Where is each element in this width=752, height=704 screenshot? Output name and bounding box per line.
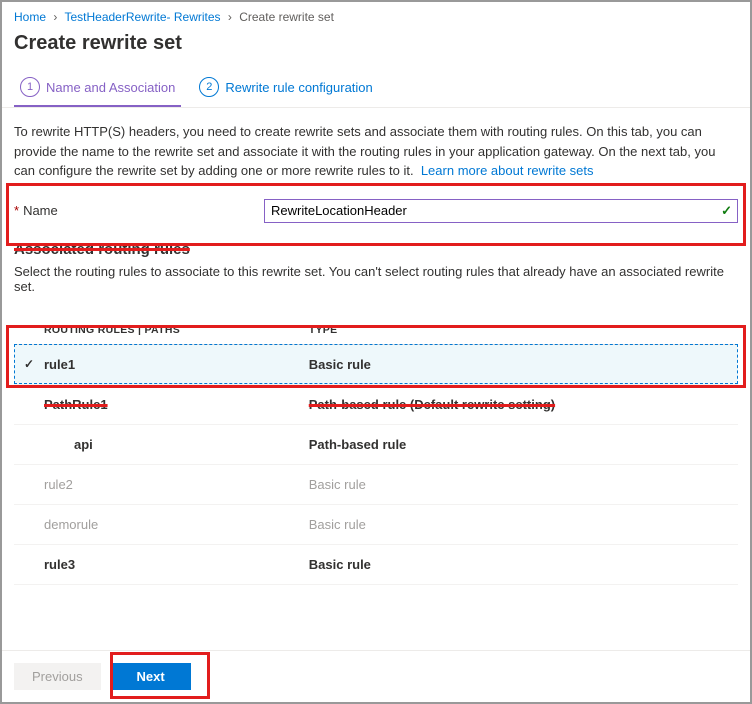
table-row[interactable]: demoruleBasic rule	[14, 504, 738, 544]
rule-type-cell: Path-based rule	[309, 424, 738, 464]
rule-name-cell: demorule	[14, 504, 309, 544]
wizard-footer: Previous Next	[2, 650, 750, 702]
rule-type-cell: Path-based rule (Default rewrite setting…	[309, 384, 738, 424]
breadcrumb-current: Create rewrite set	[239, 10, 334, 24]
routing-rules-table: ROUTING RULES | PATHS TYPE ✓rule1Basic r…	[14, 316, 738, 585]
tab-name-association[interactable]: 1 Name and Association	[14, 69, 181, 107]
step-number-icon: 2	[199, 77, 219, 97]
checkmark-icon: ✓	[24, 357, 38, 371]
rule-name-cell: ✓rule1	[14, 344, 309, 384]
tab-rewrite-rule-config[interactable]: 2 Rewrite rule configuration	[193, 69, 378, 107]
breadcrumb-resource[interactable]: TestHeaderRewrite- Rewrites	[64, 10, 220, 24]
rule-name-cell: rule2	[14, 464, 309, 504]
table-row[interactable]: rule3Basic rule	[14, 544, 738, 584]
breadcrumb: Home › TestHeaderRewrite- Rewrites › Cre…	[2, 2, 750, 28]
breadcrumb-home[interactable]: Home	[14, 10, 46, 24]
step-number-icon: 1	[20, 77, 40, 97]
rule-name-cell: api	[14, 424, 309, 464]
col-header-type: TYPE	[309, 316, 738, 345]
rule-type-cell: Basic rule	[309, 504, 738, 544]
table-row[interactable]: ✓rule1Basic rule	[14, 344, 738, 384]
rule-name-cell: PathRule1	[14, 384, 309, 424]
chevron-right-icon: ›	[228, 10, 232, 24]
table-row[interactable]: PathRule1Path-based rule (Default rewrit…	[14, 384, 738, 424]
col-header-rules: ROUTING RULES | PATHS	[14, 316, 309, 345]
content-area: To rewrite HTTP(S) headers, you need to …	[2, 108, 750, 650]
rule-type-cell: Basic rule	[309, 464, 738, 504]
previous-button[interactable]: Previous	[14, 663, 101, 690]
table-row[interactable]: rule2Basic rule	[14, 464, 738, 504]
chevron-right-icon: ›	[53, 10, 57, 24]
intro-text: To rewrite HTTP(S) headers, you need to …	[14, 122, 738, 181]
name-input[interactable]	[264, 199, 738, 223]
name-label: *Name	[14, 203, 264, 218]
rule-type-cell: Basic rule	[309, 344, 738, 384]
rule-type-cell: Basic rule	[309, 544, 738, 584]
table-row[interactable]: apiPath-based rule	[14, 424, 738, 464]
learn-more-link[interactable]: Learn more about rewrite sets	[421, 163, 594, 178]
tab-label: Name and Association	[46, 80, 175, 95]
next-button[interactable]: Next	[111, 663, 191, 690]
name-field-row: *Name ✓	[14, 199, 738, 223]
valid-check-icon: ✓	[721, 203, 732, 219]
page-title: Create rewrite set	[2, 28, 750, 69]
wizard-tabs: 1 Name and Association 2 Rewrite rule co…	[2, 69, 750, 108]
associated-rules-heading: Associated routing rules	[14, 241, 738, 258]
rule-name-cell: rule3	[14, 544, 309, 584]
associated-rules-desc: Select the routing rules to associate to…	[14, 264, 738, 294]
tab-label: Rewrite rule configuration	[225, 80, 372, 95]
required-asterisk-icon: *	[14, 203, 19, 218]
